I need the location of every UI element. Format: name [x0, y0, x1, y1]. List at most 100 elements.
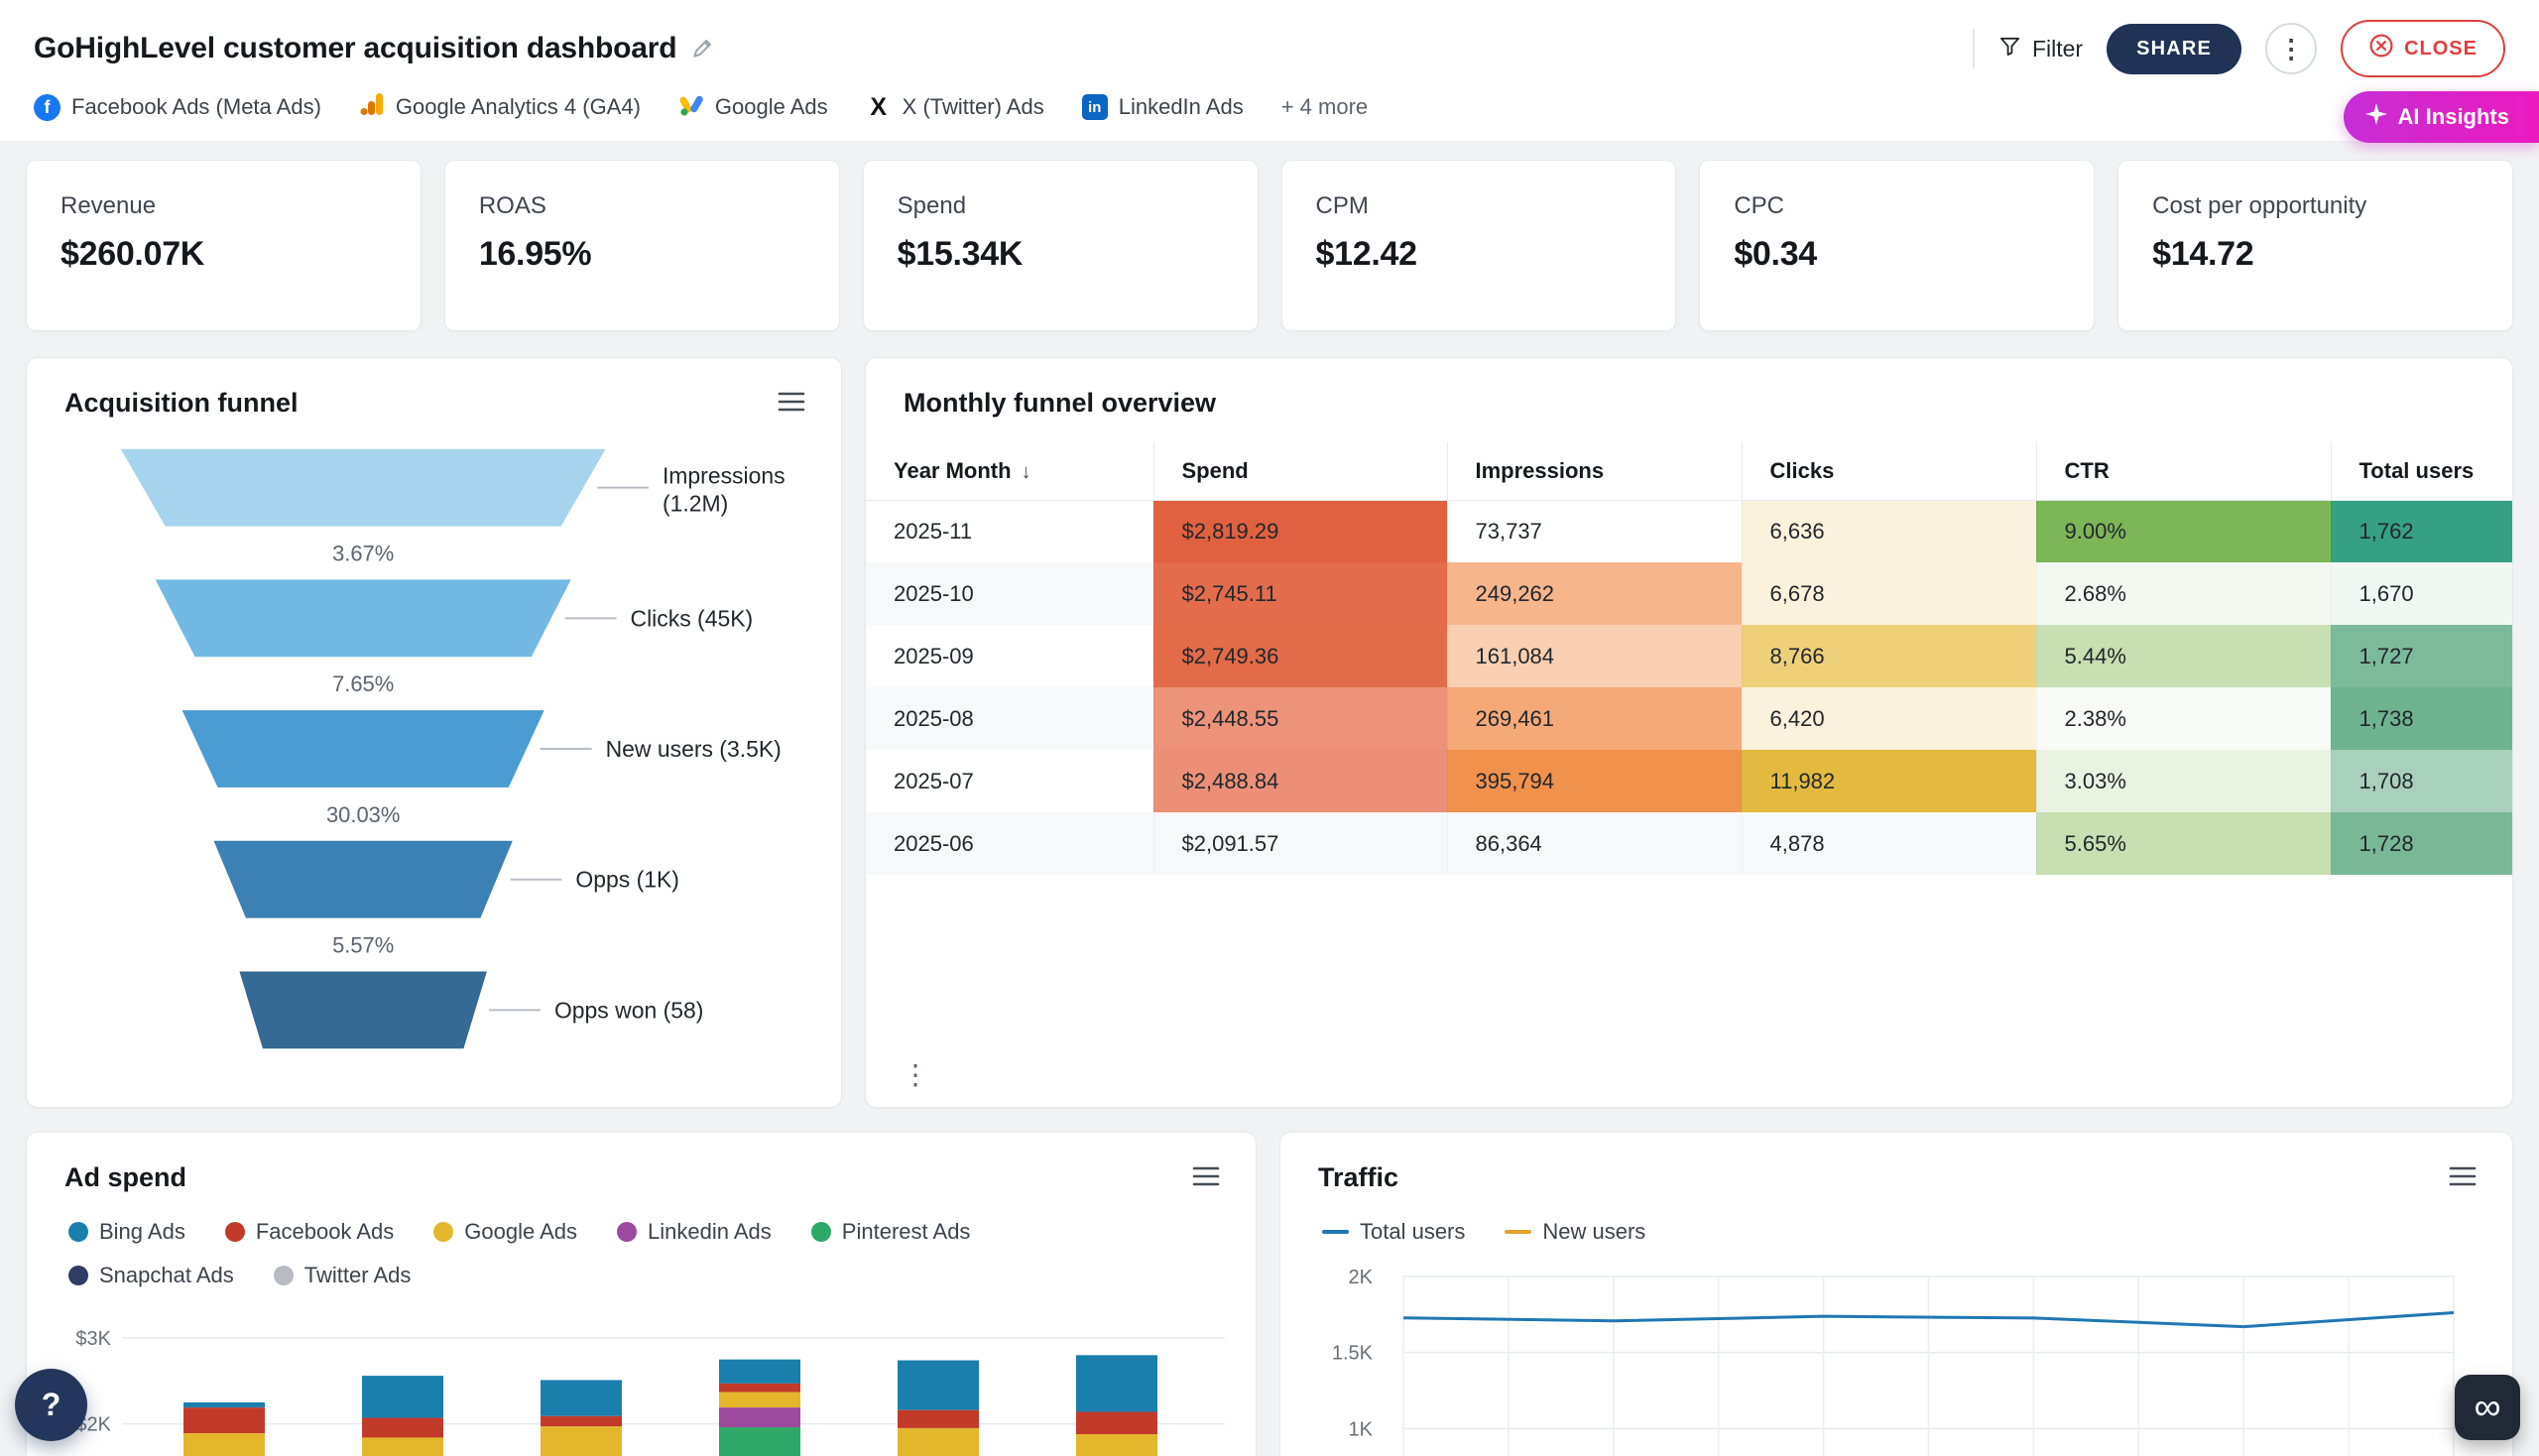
source-label: Google Analytics 4 (GA4): [396, 94, 641, 120]
bar-segment[interactable]: [719, 1384, 800, 1393]
kpi-value: 16.95%: [479, 235, 805, 274]
table-row: 2025-07$2,488.84395,79411,9823.03%1,708: [866, 750, 2513, 812]
close-button[interactable]: CLOSE: [2341, 20, 2505, 77]
bar-segment[interactable]: [719, 1360, 800, 1384]
bar-segment[interactable]: [719, 1407, 800, 1427]
bar-segment[interactable]: [1076, 1411, 1157, 1434]
page-title: GoHighLevel customer acquisition dashboa…: [34, 32, 676, 65]
sources-row: f Facebook Ads (Meta Ads) Google Analyti…: [34, 91, 2505, 123]
table-cell: 86,364: [1447, 812, 1742, 875]
table-cell: $2,448.55: [1153, 687, 1447, 750]
main-content: Revenue $260.07K ROAS 16.95% Spend $15.3…: [0, 141, 2539, 1456]
bar-segment[interactable]: [719, 1393, 800, 1408]
table-cell: 11,982: [1742, 750, 2036, 812]
legend-swatch-icon: [274, 1266, 294, 1285]
funnel-stage[interactable]: [214, 841, 513, 918]
filter-label: Filter: [2032, 36, 2083, 62]
acquisition-funnel-chart[interactable]: Impressions(1.2M)3.67%Clicks (45K)7.65%N…: [27, 448, 841, 1063]
legend-item[interactable]: Bing Ads: [68, 1219, 185, 1245]
bar-segment[interactable]: [541, 1380, 622, 1415]
table-cell: 1,670: [2331, 562, 2513, 625]
ad-spend-chart[interactable]: $3K$2K$1K: [60, 1326, 1225, 1456]
legend-item[interactable]: New users: [1505, 1219, 1645, 1245]
bar-segment[interactable]: [1076, 1434, 1157, 1456]
legend-item[interactable]: Google Ads: [433, 1219, 577, 1245]
legend-item[interactable]: Facebook Ads: [225, 1219, 394, 1245]
traffic-chart[interactable]: 2K1.5K1K: [1313, 1267, 2479, 1456]
table-header-row: Year Month↓ Spend Impressions Clicks CTR…: [866, 442, 2513, 500]
source-google-analytics[interactable]: Google Analytics 4 (GA4): [359, 91, 641, 123]
funnel-stage-label: Opps (1K): [575, 867, 679, 893]
source-facebook-ads[interactable]: f Facebook Ads (Meta Ads): [34, 94, 321, 121]
table-cell: 2.38%: [2036, 687, 2331, 750]
table-row: 2025-06$2,091.5786,3644,8785.65%1,728: [866, 812, 2513, 875]
column-header-spend[interactable]: Spend: [1153, 442, 1447, 500]
google-analytics-icon: [359, 91, 385, 123]
table-cell: $2,819.29: [1153, 500, 1447, 562]
y-axis-label: 1K: [1349, 1418, 1374, 1440]
table-cell: 2025-08: [866, 687, 1153, 750]
source-label: X (Twitter) Ads: [903, 94, 1044, 120]
legend-swatch-icon: [1505, 1230, 1531, 1234]
chart-menu-button[interactable]: [778, 392, 805, 415]
edit-title-button[interactable]: [690, 35, 716, 63]
table-cell: 269,461: [1447, 687, 1742, 750]
traffic-card: Traffic Total usersNew users 2K1.5K1K: [1279, 1132, 2513, 1456]
chart-menu-button[interactable]: [2449, 1166, 2477, 1189]
funnel-stage-label: New users (3.5K): [606, 736, 782, 762]
ai-insights-button[interactable]: AI Insights: [2344, 91, 2539, 143]
bar-segment[interactable]: [898, 1428, 979, 1456]
funnel-conversion-rate: 3.67%: [332, 541, 394, 565]
column-header-clicks[interactable]: Clicks: [1742, 442, 2036, 500]
widget-button[interactable]: ∞: [2455, 1375, 2520, 1440]
monthly-funnel-table: Year Month↓ Spend Impressions Clicks CTR…: [866, 442, 2513, 875]
kpi-card-spend: Spend $15.34K: [863, 160, 1259, 331]
help-button[interactable]: ?: [15, 1369, 87, 1441]
more-options-button[interactable]: ⋮: [2265, 23, 2317, 74]
legend-item[interactable]: Linkedin Ads: [617, 1219, 772, 1245]
bar-segment[interactable]: [362, 1418, 443, 1438]
source-label: LinkedIn Ads: [1119, 94, 1244, 120]
bar-segment[interactable]: [183, 1407, 265, 1433]
bar-segment[interactable]: [541, 1426, 622, 1456]
funnel-stage[interactable]: [156, 579, 571, 657]
source-google-ads[interactable]: Google Ads: [678, 91, 828, 123]
share-button[interactable]: SHARE: [2107, 24, 2241, 74]
bar-segment[interactable]: [1076, 1355, 1157, 1411]
bar-segment[interactable]: [541, 1416, 622, 1426]
table-row: 2025-10$2,745.11249,2626,6782.68%1,670: [866, 562, 2513, 625]
funnel-conversion-rate: 7.65%: [332, 671, 394, 696]
legend-item[interactable]: Twitter Ads: [274, 1263, 412, 1288]
hamburger-icon: [2449, 1166, 2477, 1189]
column-header-year-month[interactable]: Year Month↓: [866, 442, 1153, 500]
bar-segment[interactable]: [362, 1376, 443, 1417]
funnel-stage-label: Opps won (58): [554, 997, 703, 1023]
sparkle-icon: [2365, 103, 2387, 131]
bar-segment[interactable]: [719, 1427, 800, 1456]
legend-item[interactable]: Snapchat Ads: [68, 1263, 234, 1288]
legend-item[interactable]: Pinterest Ads: [811, 1219, 971, 1245]
funnel-stage[interactable]: [182, 710, 544, 788]
filter-button[interactable]: Filter: [1998, 35, 2083, 63]
card-title: Monthly funnel overview: [904, 388, 1216, 419]
legend-swatch-icon: [225, 1222, 245, 1242]
bar-segment[interactable]: [183, 1433, 265, 1456]
column-header-total-users[interactable]: Total users: [2331, 442, 2513, 500]
bar-segment[interactable]: [362, 1437, 443, 1456]
source-x-twitter-ads[interactable]: X X (Twitter) Ads: [866, 93, 1044, 122]
table-cell: 395,794: [1447, 750, 1742, 812]
column-header-ctr[interactable]: CTR: [2036, 442, 2331, 500]
funnel-stage[interactable]: [121, 449, 606, 527]
column-header-impressions[interactable]: Impressions: [1447, 442, 1742, 500]
bar-segment[interactable]: [898, 1410, 979, 1428]
bar-segment[interactable]: [898, 1361, 979, 1410]
bar-segment[interactable]: [183, 1402, 265, 1407]
source-linkedin-ads[interactable]: in LinkedIn Ads: [1082, 94, 1244, 120]
table-cell: $2,091.57: [1153, 812, 1447, 875]
table-more-options-button[interactable]: ⋮: [902, 1061, 929, 1089]
table-cell: 4,878: [1742, 812, 2036, 875]
funnel-stage[interactable]: [239, 971, 486, 1048]
legend-item[interactable]: Total users: [1322, 1219, 1465, 1245]
chart-menu-button[interactable]: [1192, 1166, 1220, 1189]
more-sources-link[interactable]: + 4 more: [1281, 94, 1368, 120]
